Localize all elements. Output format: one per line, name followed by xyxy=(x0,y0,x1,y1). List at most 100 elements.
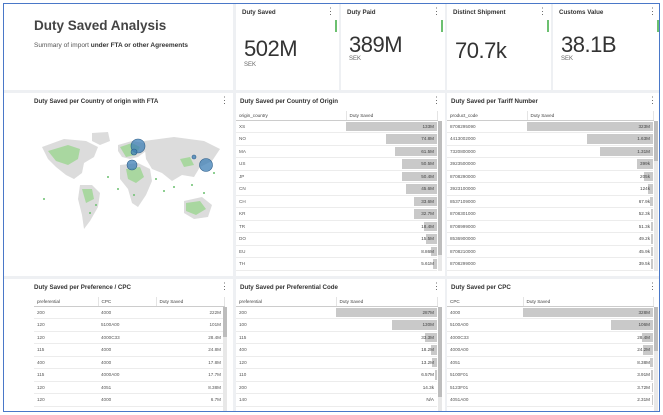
value-bar xyxy=(651,246,653,256)
column-header[interactable]: Duty Saved xyxy=(523,297,654,307)
table-row[interactable]: 120 5100A00 101M xyxy=(34,318,224,332)
table-row[interactable]: 115 33.3M xyxy=(236,331,437,344)
table-row[interactable]: 120 13.2M xyxy=(236,356,437,369)
table-row[interactable]: 110 6.57M xyxy=(236,368,437,382)
table-cell-label: 120 xyxy=(236,356,336,369)
table-row[interactable]: 8536900000 49.2k xyxy=(447,232,653,246)
vertical-ellipsis-icon[interactable]: ⋮ xyxy=(432,7,441,16)
table-row[interactable]: 4413002000 1.63M xyxy=(447,132,653,146)
table-row[interactable]: 4000A00 24.2M xyxy=(447,343,653,357)
column-header[interactable]: Duty Saved xyxy=(336,297,438,307)
table-row[interactable]: CN 45.6M xyxy=(236,182,437,196)
table-cell-bar: 45.6M xyxy=(346,182,437,196)
table-row[interactable]: 200 14.3k xyxy=(236,381,437,394)
column-header[interactable]: product_code xyxy=(447,111,528,121)
table-row[interactable]: 8708301000 52.3k xyxy=(447,207,653,221)
table-cell-label: TR xyxy=(236,220,346,233)
scrollbar[interactable] xyxy=(654,307,658,411)
column-header[interactable]: Duty Saved xyxy=(346,111,438,121)
table-cell: 8.38M xyxy=(156,381,224,394)
vertical-ellipsis-icon[interactable]: ⋮ xyxy=(648,96,657,105)
panel-title: Duty Saved per Preference / CPC xyxy=(34,284,131,291)
table-cell-bar: 5.61M xyxy=(346,257,437,271)
table-row[interactable]: NO 74.8M xyxy=(236,132,437,146)
table-row[interactable]: 140 N/A xyxy=(236,393,437,407)
table-cell-value: 15.5M xyxy=(421,236,434,241)
kpi-duty-saved[interactable]: Duty Saved ⋮ 502M SEK xyxy=(236,4,339,90)
vertical-ellipsis-icon[interactable]: ⋮ xyxy=(538,7,547,16)
table-row[interactable]: 5100A00 106M xyxy=(447,318,653,332)
scrollbar[interactable] xyxy=(654,121,658,271)
table-row[interactable]: 120 4051 8.38M xyxy=(34,381,224,394)
table-row[interactable]: 100 130M xyxy=(236,318,437,332)
vertical-ellipsis-icon[interactable]: ⋮ xyxy=(432,96,441,105)
column-header[interactable]: Duty Saved xyxy=(527,111,654,121)
vertical-ellipsis-icon[interactable]: ⋮ xyxy=(220,282,229,291)
table-row[interactable]: 120 4000 6.7M xyxy=(34,393,224,407)
table-row[interactable]: 200 287M xyxy=(236,306,437,319)
kpi-distinct-shipment[interactable]: Distinct Shipment ⋮ 70.7k xyxy=(447,4,551,90)
pref-code-table-panel[interactable]: Duty Saved per Preferential Code ⋮ prefe… xyxy=(236,279,445,411)
table-row[interactable]: 3923100000 124k xyxy=(447,182,653,196)
world-map[interactable] xyxy=(34,129,226,241)
scrollbar[interactable] xyxy=(438,121,442,271)
table-row[interactable]: EU 8.86M xyxy=(236,245,437,258)
column-header[interactable]: preferential xyxy=(34,297,99,307)
table-cell-value: 24.2M xyxy=(637,347,650,352)
table-row[interactable]: 120 4000C33 28.4M xyxy=(34,331,224,344)
table-row[interactable]: 4000C33 28.4M xyxy=(447,331,653,344)
table-row[interactable]: 400 4000 17.8M xyxy=(34,356,224,369)
column-header[interactable]: CPC xyxy=(98,297,157,307)
table-row[interactable]: MA 61.5M xyxy=(236,145,437,158)
pref-cpc-table-panel[interactable]: Duty Saved per Preference / CPC ⋮ prefer… xyxy=(4,279,233,411)
table-row[interactable]: 400 18.2M xyxy=(236,343,437,357)
table-row[interactable]: 5123F01 3.72M xyxy=(447,381,653,394)
table-row[interactable]: 8708210000 45.9k xyxy=(447,245,653,258)
table-row[interactable]: 3923500000 399k xyxy=(447,157,653,171)
table-row[interactable]: TH 5.61M xyxy=(236,257,437,271)
column-header[interactable]: origin_country xyxy=(236,111,347,121)
table-row[interactable]: JP 50.4M xyxy=(236,170,437,183)
table-row[interactable]: 4051 8.38M xyxy=(447,356,653,369)
vertical-ellipsis-icon[interactable]: ⋮ xyxy=(648,7,657,16)
table-row[interactable]: CH 33.6M xyxy=(236,195,437,208)
table-row[interactable]: US 50.5M xyxy=(236,157,437,171)
scrollbar[interactable] xyxy=(223,307,227,411)
table-row[interactable]: 8708290000 205k xyxy=(447,170,653,183)
table-row[interactable]: XS 133M xyxy=(236,120,437,133)
kpi-title: Customs Value xyxy=(559,9,604,16)
table-row[interactable]: TR 18.4M xyxy=(236,220,437,233)
vertical-ellipsis-icon[interactable]: ⋮ xyxy=(326,7,335,16)
table-row[interactable]: 7320800000 1.31M xyxy=(447,145,653,158)
cpc-table-panel[interactable]: Duty Saved per CPC ⋮ CPC Duty Saved 4000… xyxy=(447,279,659,411)
kpi-duty-paid[interactable]: Duty Paid ⋮ 389M SEK xyxy=(341,4,445,90)
table-row[interactable]: 4000F01 xyxy=(447,406,653,411)
table-row[interactable]: 200 4000 222M xyxy=(34,306,224,319)
country-table-panel[interactable]: Duty Saved per Country of Origin ⋮ origi… xyxy=(236,93,445,276)
table-row[interactable]: 1205100F01 xyxy=(34,406,224,411)
column-header[interactable]: CPC xyxy=(447,297,524,307)
kpi-customs-value[interactable]: Customs Value ⋮ 38.1B SEK xyxy=(553,4,659,90)
table-cell-bar: 8.38M xyxy=(523,356,653,369)
column-header[interactable]: preferential xyxy=(236,297,337,307)
table-row[interactable]: 8537109000 67.9k xyxy=(447,195,653,208)
vertical-ellipsis-icon[interactable]: ⋮ xyxy=(220,96,229,105)
vertical-ellipsis-icon[interactable]: ⋮ xyxy=(648,282,657,291)
table-cell-bar: 1.63M xyxy=(527,132,653,146)
table-row[interactable]: 5100F01 3.91M xyxy=(447,368,653,382)
table-row[interactable]: KR 32.7M xyxy=(236,207,437,221)
scrollbar[interactable] xyxy=(438,307,442,411)
table-row[interactable]: 115 4000A00 17.7M xyxy=(34,368,224,382)
vertical-ellipsis-icon[interactable]: ⋮ xyxy=(432,282,441,291)
tariff-table-panel[interactable]: Duty Saved per Tariff Number ⋮ product_c… xyxy=(447,93,659,276)
table-row[interactable]: 115 4000 24.8M xyxy=(34,343,224,357)
table-row[interactable]: 8708295090 323M xyxy=(447,120,653,133)
table-cell-value: 6.57M xyxy=(421,372,434,377)
column-header[interactable]: Duty Saved xyxy=(156,297,225,307)
table-row[interactable]: 4051A00 2.31M xyxy=(447,393,653,407)
map-panel[interactable]: Duty Saved per Country of origin with FT… xyxy=(4,93,233,276)
table-row[interactable]: 8708999000 51.3k xyxy=(447,220,653,233)
table-row[interactable]: DO 15.5M xyxy=(236,232,437,246)
table-row[interactable]: 8708299000 39.5k xyxy=(447,257,653,271)
table-row[interactable]: 4000 328M xyxy=(447,306,653,319)
